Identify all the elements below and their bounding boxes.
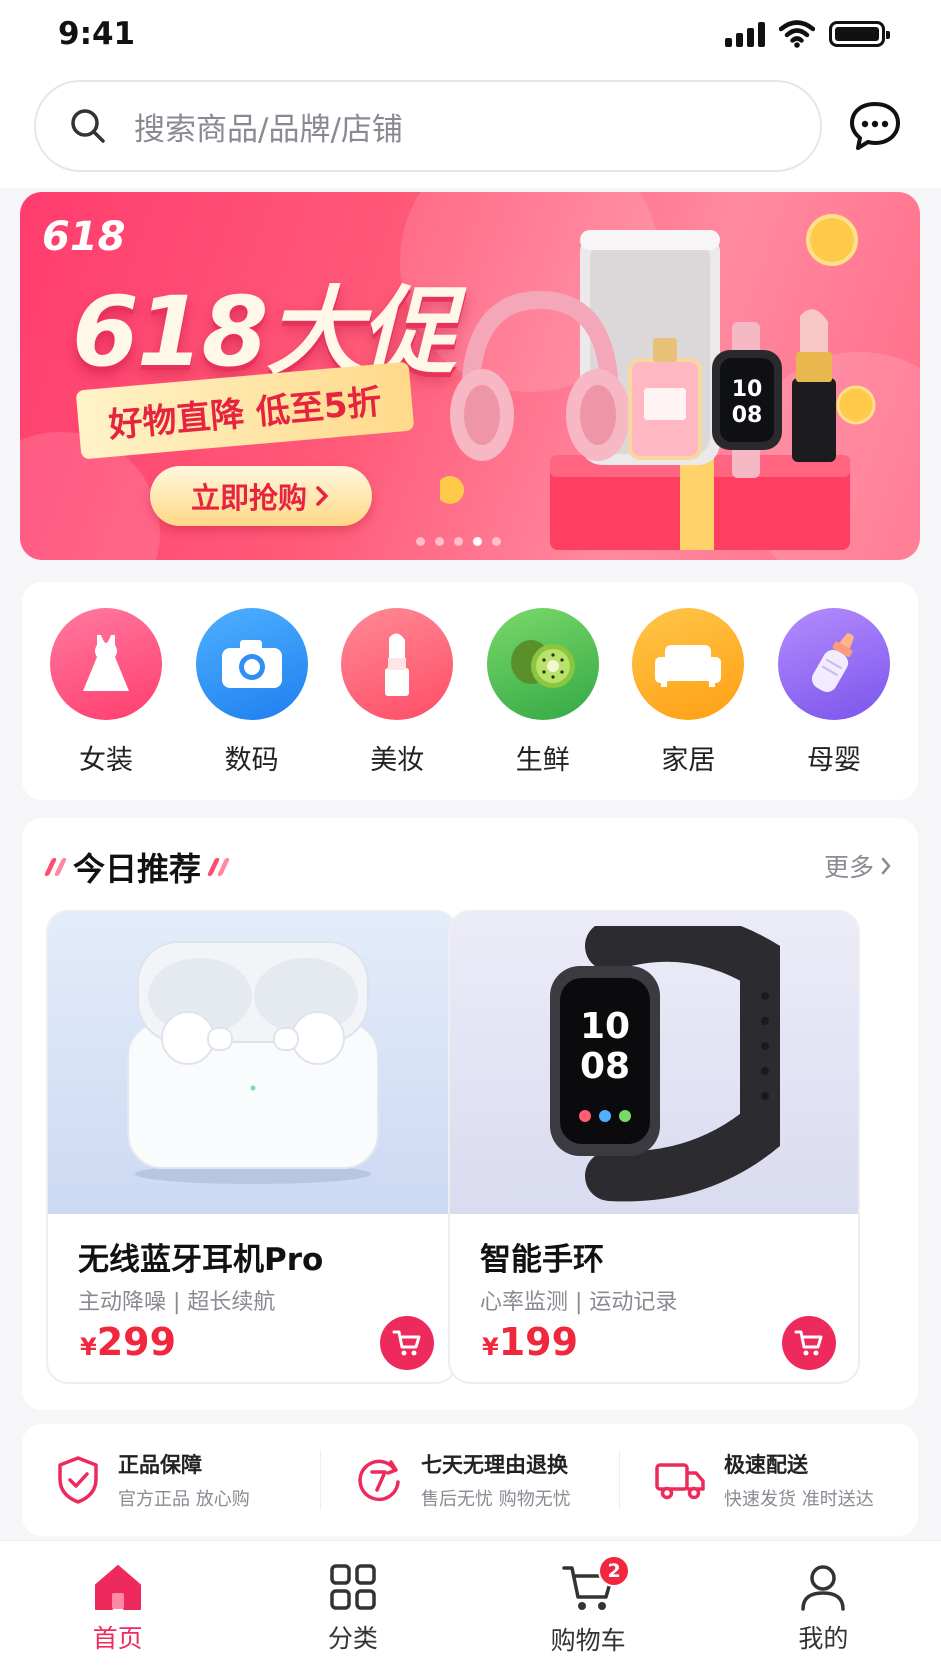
add-to-cart-button[interactable] (380, 1316, 434, 1370)
tab-category[interactable]: 分类 (235, 1541, 470, 1672)
category-mother-baby[interactable]: 母婴 (770, 608, 898, 800)
title-decoration (43, 858, 68, 876)
section-title: 今日推荐 (73, 850, 202, 888)
lipstick-icon (341, 608, 454, 720)
tab-home[interactable]: 首页 (0, 1541, 235, 1672)
guarantee-subtitle: 官方正品 放心购 (118, 1489, 250, 1510)
earbuds-case-illustration (127, 941, 379, 1184)
title-decoration (206, 858, 231, 876)
product-name: 智能手环 (480, 1242, 604, 1278)
kiwi-icon (486, 608, 599, 720)
cart-icon (794, 1330, 823, 1356)
pagination-dot[interactable] (435, 537, 444, 546)
category-womens-clothing[interactable]: 女装 (42, 608, 170, 800)
recommend-section: 今日推荐 更多 无线蓝牙耳机Pro 主动降噪 | 超长续航 ¥299 10 08… (22, 818, 918, 1410)
message-button[interactable] (847, 98, 903, 154)
service-guarantees: 正品保障 官方正品 放心购 七天无理由退换 售后无忧 购物无忧 极速配送 快速发… (22, 1424, 918, 1536)
bottom-tab-bar: 首页 分类 2 购物车 我的 (0, 1540, 941, 1672)
battery-icon (829, 21, 890, 47)
shield-check-icon (58, 1456, 98, 1504)
pagination-dot[interactable] (454, 537, 463, 546)
add-to-cart-button[interactable] (782, 1316, 836, 1370)
svg-text:10: 10 (580, 1006, 630, 1047)
category-label: 生鲜 (515, 745, 570, 776)
truck-icon (655, 1463, 705, 1500)
user-icon (801, 1565, 846, 1611)
grid-icon (330, 1564, 376, 1610)
tab-profile[interactable]: 我的 (706, 1541, 941, 1672)
category-label: 美妆 (370, 745, 425, 776)
tab-label: 分类 (327, 1624, 378, 1653)
home-icon (94, 1565, 141, 1610)
shop-now-label: 立即抢购 (190, 481, 307, 515)
product-name: 无线蓝牙耳机Pro (78, 1242, 324, 1278)
category-label: 母婴 (806, 745, 861, 776)
seven-day-icon (358, 1459, 400, 1502)
search-icon (71, 109, 105, 143)
product-price: ¥199 (482, 1320, 579, 1364)
guarantee-subtitle: 快速发货 准时送达 (724, 1489, 874, 1510)
chevron-right-icon (881, 857, 891, 875)
smart-band-illustration: 10 08 (550, 926, 780, 1202)
category-grid: 女装 数码 美妆 生鲜 家居 母婴 (22, 582, 918, 800)
svg-text:08: 08 (732, 403, 763, 428)
category-label: 女装 (79, 745, 133, 776)
promo-banner[interactable]: 618 618大促 好物直降 低至5折 立即抢购 10 08 (20, 192, 920, 560)
product-tags: 心率监测 | 运动记录 (480, 1290, 678, 1315)
guarantee-return[interactable]: 七天无理由退换 售后无忧 购物无忧 (320, 1450, 619, 1510)
status-bar: 9:41 (0, 0, 941, 70)
guarantee-title: 七天无理由退换 (421, 1453, 568, 1477)
status-time: 9:41 (58, 16, 136, 52)
product-tags: 主动降噪 | 超长续航 (78, 1290, 276, 1315)
banner-products-illustration: 10 08 (440, 214, 876, 550)
category-home[interactable]: 家居 (624, 608, 752, 800)
chat-bubble-icon (850, 102, 900, 150)
guarantee-subtitle: 售后无忧 购物无忧 (421, 1489, 571, 1510)
category-label: 家居 (661, 745, 716, 776)
signal-icon (725, 21, 765, 47)
pagination-dot[interactable] (416, 537, 425, 546)
tab-cart[interactable]: 2 购物车 (471, 1541, 706, 1672)
cart-icon (392, 1330, 421, 1356)
more-link[interactable]: 更多 (824, 848, 892, 884)
product-image (48, 912, 456, 1214)
status-icons (725, 20, 890, 48)
category-digital[interactable]: 数码 (188, 608, 316, 800)
more-label: 更多 (823, 853, 874, 882)
product-price: ¥299 (80, 1320, 177, 1364)
tab-label: 我的 (798, 1624, 849, 1653)
guarantee-authentic[interactable]: 正品保障 官方正品 放心购 (22, 1450, 320, 1510)
search-placeholder: 搜索商品/品牌/店铺 (134, 111, 403, 148)
banner-pagination[interactable] (416, 537, 501, 546)
svg-text:10: 10 (732, 377, 763, 402)
camera-icon (195, 608, 308, 720)
wifi-icon (779, 20, 815, 48)
product-card[interactable]: 无线蓝牙耳机Pro 主动降噪 | 超长续航 ¥299 (46, 910, 458, 1384)
search-input[interactable]: 搜索商品/品牌/店铺 (34, 80, 822, 172)
pagination-dot[interactable] (492, 537, 501, 546)
tab-label: 购物车 (550, 1626, 626, 1655)
category-beauty[interactable]: 美妆 (333, 608, 461, 800)
sofa-icon (632, 608, 745, 720)
guarantee-title: 极速配送 (724, 1453, 808, 1477)
cart-count-badge: 2 (598, 1555, 631, 1587)
tab-label: 首页 (92, 1624, 143, 1653)
dress-icon (50, 608, 162, 720)
chevron-right-icon (316, 486, 328, 506)
shop-now-button[interactable]: 立即抢购 (150, 466, 372, 526)
recommend-header: 今日推荐 更多 (43, 844, 892, 890)
category-fresh-food[interactable]: 生鲜 (479, 608, 607, 800)
pagination-dot-active[interactable] (473, 537, 482, 546)
guarantee-delivery[interactable]: 极速配送 快速发货 准时送达 (619, 1450, 918, 1510)
svg-text:08: 08 (580, 1046, 630, 1087)
product-card[interactable]: 10 08 智能手环 心率监测 | 运动记录 ¥199 (448, 910, 860, 1384)
header: 搜索商品/品牌/店铺 (0, 70, 941, 188)
guarantee-title: 正品保障 (118, 1453, 202, 1477)
baby-bottle-icon (777, 608, 890, 720)
category-label: 数码 (224, 745, 279, 776)
product-image: 10 08 (450, 912, 858, 1214)
